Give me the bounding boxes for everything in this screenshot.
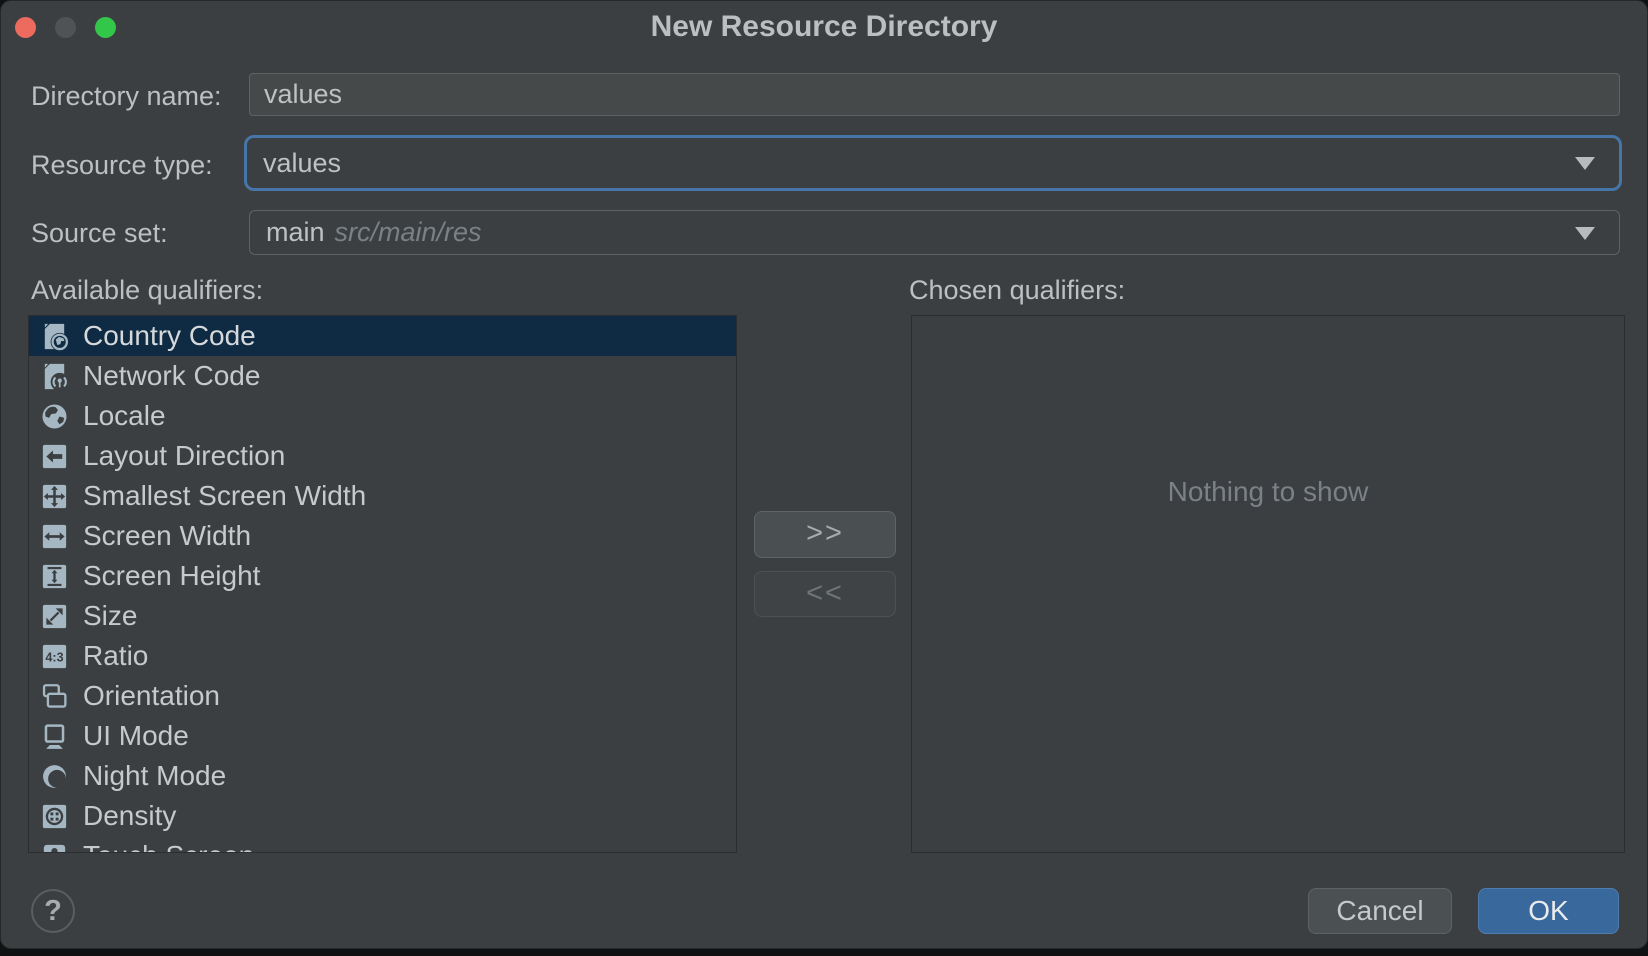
qualifier-item[interactable]: Size [29,596,736,636]
density-icon [39,801,70,832]
qualifier-item-label: Screen Width [83,520,251,552]
size-icon [39,601,70,632]
qualifier-item[interactable]: Density [29,796,736,836]
qualifier-item-label: Network Code [83,360,260,392]
transfer-add-button[interactable]: >> [754,511,896,558]
orientation-icon [39,681,70,712]
qualifier-item[interactable]: Night Mode [29,756,736,796]
qualifier-item-label: Screen Height [83,560,260,592]
directory-name-input[interactable] [249,73,1620,116]
qualifier-item-label: Night Mode [83,760,226,792]
qualifier-item-label: Smallest Screen Width [83,480,366,512]
qualifier-item[interactable]: Smallest Screen Width [29,476,736,516]
locale-icon [39,401,70,432]
qualifier-item[interactable]: Touch Screen [29,836,736,853]
qualifier-item-label: Locale [83,400,166,432]
chevron-down-icon [1575,157,1595,170]
qualifier-item[interactable]: Screen Height [29,556,736,596]
chosen-qualifiers-label: Chosen qualifiers: [909,275,1125,306]
screen-width-icon [39,521,70,552]
qualifier-item-label: Orientation [83,680,220,712]
qualifier-item[interactable]: Screen Width [29,516,736,556]
resource-type-combobox[interactable]: values [244,135,1622,191]
network-code-icon [39,361,70,392]
qualifier-item[interactable]: Network Code [29,356,736,396]
qualifier-item-label: Layout Direction [83,440,285,472]
source-set-path-hint: src/main/res [335,217,482,248]
qualifier-item-label: UI Mode [83,720,189,752]
chevron-down-icon [1575,227,1595,240]
ui-mode-icon [39,721,70,752]
qualifier-item-label: Touch Screen [83,840,254,853]
qualifier-item[interactable]: Orientation [29,676,736,716]
window-title: New Resource Directory [1,1,1647,53]
available-qualifiers-label: Available qualifiers: [31,275,263,306]
empty-state-text: Nothing to show [912,476,1624,508]
directory-name-label: Directory name: [31,81,222,112]
qualifier-item[interactable]: UI Mode [29,716,736,756]
screen-height-icon [39,561,70,592]
source-set-combobox[interactable]: main src/main/res [249,210,1620,255]
qualifier-item[interactable]: Country Code [29,316,736,356]
qualifier-item-label: Density [83,800,176,832]
window-titlebar: New Resource Directory [1,1,1647,53]
country-code-icon [39,321,70,352]
cancel-button[interactable]: Cancel [1308,888,1452,934]
qualifier-item-label: Ratio [83,640,148,672]
new-resource-directory-dialog: New Resource Directory Directory name: R… [0,0,1648,949]
resource-type-value: values [263,148,341,179]
qualifier-item-label: Size [83,600,137,632]
transfer-remove-button: << [754,571,896,617]
qualifier-item[interactable]: Locale [29,396,736,436]
source-set-value: main [266,217,325,248]
source-set-label: Source set: [31,218,168,249]
qualifier-item-label: Country Code [83,320,256,352]
available-qualifiers-list[interactable]: Country Code Network Code Locale Layout Dir… [28,315,737,853]
ok-button[interactable]: OK [1478,888,1619,934]
smallest-screen-width-icon [39,481,70,512]
svg-text:4:3: 4:3 [45,650,63,664]
qualifier-item[interactable]: 4:3 Ratio [29,636,736,676]
chosen-qualifiers-panel[interactable]: Nothing to show [911,315,1625,853]
night-mode-icon [39,761,70,792]
layout-direction-icon [39,441,70,472]
resource-type-label: Resource type: [31,150,213,181]
ratio-icon: 4:3 [39,641,70,672]
touch-screen-icon [39,841,70,854]
qualifier-item[interactable]: Layout Direction [29,436,736,476]
help-button[interactable]: ? [31,889,75,933]
